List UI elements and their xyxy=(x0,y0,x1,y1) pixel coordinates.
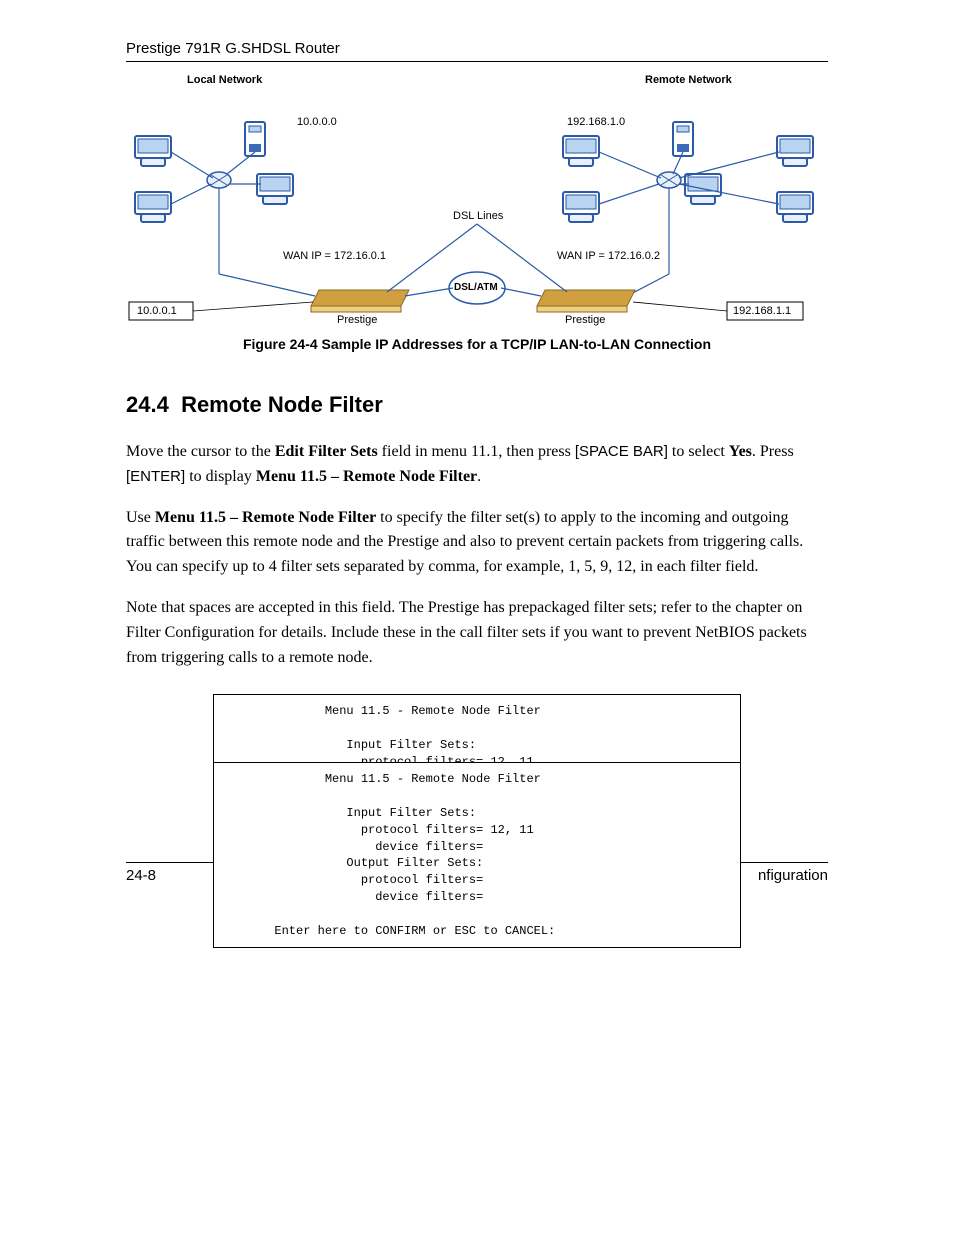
paragraph-2: Use Menu 11.5 – Remote Node Filter to sp… xyxy=(126,506,828,580)
dsl-atm-label: DSL/ATM xyxy=(454,282,498,293)
page-number: 24-8 xyxy=(126,867,156,884)
router-right-label: Prestige xyxy=(565,314,605,326)
remote-subnet: 192.168.1.0 xyxy=(567,116,625,128)
section-number: 24.4 xyxy=(126,392,169,417)
figure-caption: Figure 24-4 Sample IP Addresses for a TC… xyxy=(127,336,827,352)
header-title: Prestige 791R G.SHDSL Router xyxy=(126,40,340,57)
section-heading: 24.4 Remote Node Filter xyxy=(126,392,828,418)
wan-ip-right: WAN IP = 172.16.0.2 xyxy=(557,250,660,262)
dsl-lines-label: DSL Lines xyxy=(453,210,503,222)
footer-right-text: nfiguration xyxy=(758,867,828,884)
wan-ip-left: WAN IP = 172.16.0.1 xyxy=(283,250,386,262)
local-router-ip: 10.0.0.1 xyxy=(137,305,177,317)
router-left-label: Prestige xyxy=(337,314,377,326)
remote-network-label: Remote Network xyxy=(645,74,732,86)
local-subnet: 10.0.0.0 xyxy=(297,116,337,128)
local-network-label: Local Network xyxy=(187,74,262,86)
section-title: Remote Node Filter xyxy=(181,392,383,417)
terminal-front: Menu 11.5 - Remote Node Filter Input Fil… xyxy=(213,762,741,948)
network-diagram: Local Network Remote Network 10.0.0.0 19… xyxy=(127,74,827,352)
terminal-screenshots: Menu 11.5 - Remote Node Filter Input Fil… xyxy=(213,694,741,924)
paragraph-3: Note that spaces are accepted in this fi… xyxy=(126,596,828,670)
paragraph-1: Move the cursor to the Edit Filter Sets … xyxy=(126,440,828,490)
page-header: Prestige 791R G.SHDSL Router xyxy=(126,40,828,62)
remote-router-ip: 192.168.1.1 xyxy=(733,305,791,317)
